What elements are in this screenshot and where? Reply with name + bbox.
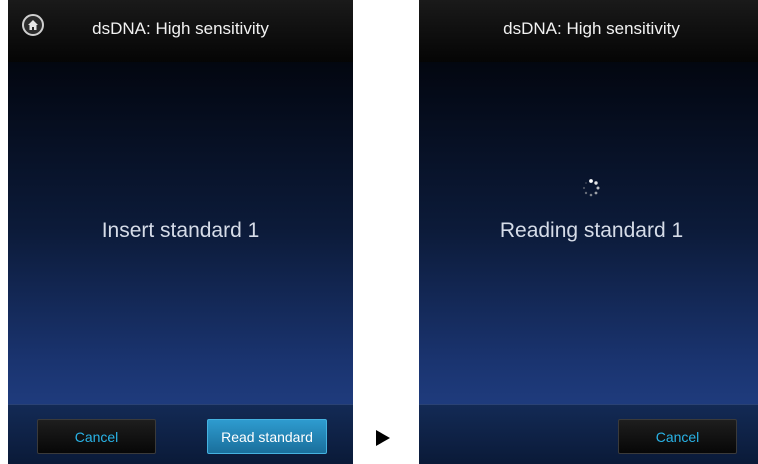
cancel-button[interactable]: Cancel bbox=[37, 419, 156, 454]
spinner-icon bbox=[582, 179, 600, 197]
bottom-bar: Cancel Read standard bbox=[8, 404, 353, 464]
read-standard-button[interactable]: Read standard bbox=[207, 419, 327, 454]
title-bar: dsDNA: High sensitivity bbox=[419, 0, 758, 62]
instruction-text: Insert standard 1 bbox=[101, 219, 260, 242]
cancel-button[interactable]: Cancel bbox=[618, 419, 737, 454]
bottom-bar: Cancel bbox=[419, 404, 758, 464]
screen-reading-standard: dsDNA: High sensitivity Reading standard… bbox=[419, 0, 758, 464]
page-title: dsDNA: High sensitivity bbox=[503, 19, 680, 38]
page-title: dsDNA: High sensitivity bbox=[92, 19, 269, 38]
status-text: Reading standard 1 bbox=[499, 219, 684, 242]
screen-insert-standard: dsDNA: High sensitivity Insert standard … bbox=[8, 0, 353, 464]
arrow-right-icon bbox=[376, 430, 390, 446]
title-bar: dsDNA: High sensitivity bbox=[8, 0, 353, 62]
